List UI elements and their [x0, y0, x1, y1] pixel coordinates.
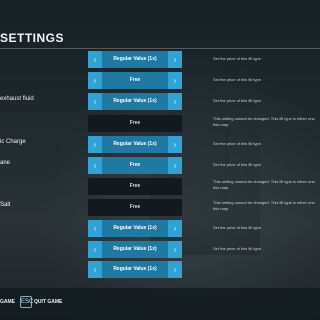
setting-row: ic Charge ‹ › Regular Value (1x) Set the pri… [0, 135, 320, 154]
setting-row: Free This setting cannot be changed. This… [0, 114, 320, 133]
setting-label: Salt [0, 202, 11, 208]
setting-row: ‹ › Free Set the price of this fill type. [0, 71, 320, 90]
chevron-right-icon[interactable]: › [168, 241, 182, 258]
setting-row: ‹ › Regular Value (1x) Set the price of thi… [0, 50, 320, 69]
value-selector[interactable]: ‹ › Regular Value (1x) [88, 51, 182, 68]
chevron-right-icon[interactable]: › [168, 51, 182, 68]
setting-row: ‹ › Regular Value (1x) Set the price of thi… [0, 240, 320, 259]
chevron-left-icon[interactable]: ‹ [88, 261, 102, 278]
setting-row: exhaust fluid ‹ › Regular Value (1x) Set the… [0, 92, 320, 111]
setting-row: ‹ › Regular Value (1x) [0, 260, 320, 279]
chevron-left-icon[interactable]: ‹ [88, 157, 102, 174]
setting-description: this map. [213, 185, 230, 190]
selector-value: Free [129, 120, 141, 126]
value-selector[interactable]: ‹ › Regular Value (1x) [88, 241, 182, 258]
title-divider [0, 48, 320, 49]
footer-bar: GAME ESC QUIT GAME [0, 288, 320, 320]
esc-key-icon: ESC [20, 296, 33, 308]
selector-value: Free [129, 77, 141, 83]
chevron-left-icon[interactable]: ‹ [88, 72, 102, 89]
setting-row: ane ‹ › Free Set the price of this fill type… [0, 156, 320, 175]
selector-value: Regular Value (1x) [113, 246, 157, 252]
setting-row: Free This setting cannot be changed. This… [0, 177, 320, 196]
value-selector[interactable]: ‹ › Regular Value (1x) [88, 136, 182, 153]
chevron-left-icon[interactable]: ‹ [88, 241, 102, 258]
selector-value: Free [129, 204, 141, 210]
page-title: SETTINGS [0, 31, 65, 45]
value-selector: Free [88, 178, 182, 195]
chevron-right-icon[interactable]: › [168, 220, 182, 237]
chevron-right-icon[interactable]: › [168, 261, 182, 278]
chevron-right-icon[interactable]: › [168, 72, 182, 89]
chevron-left-icon[interactable]: ‹ [88, 93, 102, 110]
selector-value: Regular Value (1x) [113, 98, 157, 104]
value-selector[interactable]: ‹ › Regular Value (1x) [88, 93, 182, 110]
setting-description: Set the price of this fill type. [213, 141, 262, 146]
selector-value: Regular Value (1x) [113, 225, 157, 231]
setting-description: this map. [213, 122, 230, 127]
setting-description: Set the price of this fill type. [213, 162, 262, 167]
back-button[interactable]: GAME [0, 299, 15, 305]
selector-value: Regular Value (1x) [113, 141, 157, 147]
selector-value: Free [129, 183, 141, 189]
setting-row: ‹ › Regular Value (1x) Set the price of thi… [0, 219, 320, 238]
setting-description: Set the price of this fill type. [213, 225, 262, 230]
value-selector: Free [88, 115, 182, 132]
selector-value: Regular Value (1x) [113, 266, 157, 272]
selector-value: Free [129, 162, 141, 168]
setting-description: Set the price of this fill type. [213, 246, 262, 251]
chevron-right-icon[interactable]: › [168, 157, 182, 174]
setting-row: Salt Free This setting cannot be changed. … [0, 198, 320, 217]
value-selector[interactable]: ‹ › Regular Value (1x) [88, 220, 182, 237]
setting-label: ane [0, 160, 11, 166]
chevron-left-icon[interactable]: ‹ [88, 136, 102, 153]
setting-description: Set the price of this fill type. [213, 98, 262, 103]
chevron-right-icon[interactable]: › [168, 93, 182, 110]
quit-game-button[interactable]: QUIT GAME [34, 299, 62, 305]
setting-description: Set the price of this fill type. [213, 56, 262, 61]
setting-label: exhaust fluid [0, 96, 34, 102]
value-selector[interactable]: ‹ › Free [88, 157, 182, 174]
value-selector[interactable]: ‹ › Free [88, 72, 182, 89]
setting-description: Set the price of this fill type. [213, 77, 262, 82]
chevron-left-icon[interactable]: ‹ [88, 51, 102, 68]
chevron-left-icon[interactable]: ‹ [88, 220, 102, 237]
selector-value: Regular Value (1x) [113, 56, 157, 62]
value-selector: Free [88, 199, 182, 216]
setting-label: ic Charge [0, 139, 26, 145]
chevron-right-icon[interactable]: › [168, 136, 182, 153]
setting-description: this map. [213, 206, 230, 211]
value-selector[interactable]: ‹ › Regular Value (1x) [88, 261, 182, 278]
